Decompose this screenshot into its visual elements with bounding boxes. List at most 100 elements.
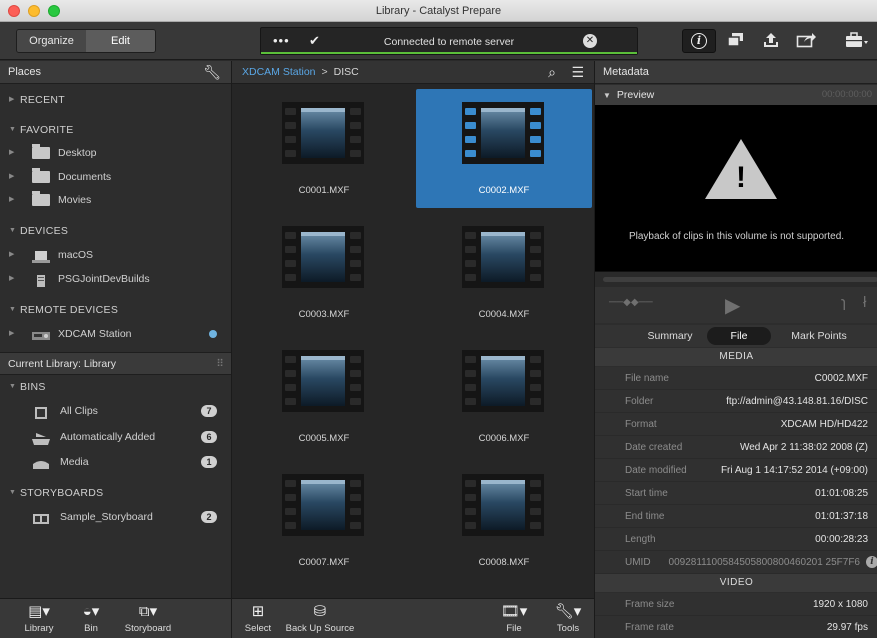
play-icon[interactable]: ▶ — [725, 293, 740, 318]
storyboard-menu-button[interactable]: ⧉▾ Storyboard — [118, 601, 178, 634]
count-badge: 6 — [201, 431, 217, 443]
bin-icon — [32, 456, 50, 469]
library-title: Current Library: Library — [8, 358, 116, 370]
sidebar-item-psgjointdevbuilds[interactable]: ▶ PSGJointDevBuilds — [0, 268, 231, 290]
select-button[interactable]: ⊞ Select — [242, 601, 274, 634]
film-perforation — [350, 150, 361, 157]
thumbnail-highlight — [301, 356, 345, 360]
clip-name: C0004.MXF — [478, 309, 530, 320]
thumbnail-frame — [301, 356, 345, 406]
backup-button-label: Back Up Source — [285, 623, 355, 634]
back-up-source-button[interactable]: ⛁ Back Up Source — [284, 601, 356, 634]
disclosure-down-icon: ▼ — [603, 91, 611, 100]
library-menu-button[interactable]: ▤▾ Library — [14, 601, 64, 634]
app-window: Library - Catalyst Prepare Organize Edit… — [0, 0, 877, 638]
jog-shuttle-icon[interactable]: ──◆◆── — [609, 297, 653, 308]
film-perforation — [285, 136, 296, 143]
sidebar-item-label: XDCAM Station — [58, 328, 132, 340]
film-perforation — [350, 246, 361, 253]
scrub-bar[interactable] — [595, 271, 877, 287]
library-button-label: Library — [24, 623, 54, 634]
film-perforation — [465, 370, 476, 377]
sidebar-item-label: Sample_Storyboard — [60, 511, 153, 523]
briefcase-icon[interactable] — [845, 32, 868, 50]
mark-out-icon[interactable]: ł — [863, 294, 866, 311]
close-window-button[interactable] — [8, 5, 20, 17]
sidebar-item-storyboards[interactable]: ▼ STORYBOARDS — [0, 482, 231, 504]
sidebar-item-documents[interactable]: ▶ Documents — [0, 166, 231, 188]
storyboard-icon — [32, 511, 50, 524]
bin-menu-button[interactable]: ◒▾ Bin — [66, 601, 116, 634]
film-perforation — [530, 398, 541, 405]
clip-tile[interactable]: C0004.MXF — [416, 213, 592, 332]
zoom-window-button[interactable] — [48, 5, 60, 17]
list-view-icon[interactable]: ☰ — [571, 61, 584, 84]
film-perforation — [350, 260, 361, 267]
film-perforation — [350, 108, 361, 115]
sidebar-item-bins[interactable]: ▼ BINS — [0, 376, 231, 398]
share-icon[interactable] — [795, 32, 817, 50]
wrench-icon: 🔧︎▾ — [554, 603, 582, 620]
file-button-label: File — [506, 623, 522, 634]
clip-tile[interactable]: C0003.MXF — [236, 213, 412, 332]
metadata-value: Wed Apr 2 11:38:02 2008 (Z) — [739, 442, 868, 453]
sidebar-item-devices[interactable]: ▼ DEVICES — [0, 220, 231, 242]
edit-mode-button[interactable]: Edit — [86, 30, 155, 52]
upload-icon[interactable] — [760, 32, 782, 50]
metadata-row: File name C0002.MXF — [595, 367, 877, 390]
dismiss-status-icon[interactable]: ✕ — [583, 34, 597, 48]
film-perforation — [530, 122, 541, 129]
clip-tile[interactable]: C0001.MXF — [236, 89, 412, 208]
sidebar-item-macos[interactable]: ▶ macOS — [0, 244, 231, 266]
film-perforation — [285, 370, 296, 377]
info-button[interactable]: i — [682, 29, 716, 53]
film-perforation — [530, 508, 541, 515]
sidebar-item-remote-devices[interactable]: ▼ REMOTE DEVICES — [0, 299, 231, 321]
tab-mark-points[interactable]: Mark Points — [783, 327, 855, 345]
info-icon[interactable]: i — [866, 556, 877, 568]
main-toolbar: Organize Edit ••• ✔ Connected to remote … — [0, 22, 877, 60]
film-perforation — [285, 260, 296, 267]
preview-header[interactable]: ▼ Preview 00:00:00:00 — [595, 85, 877, 105]
metadata-key: Date modified — [625, 465, 687, 476]
tab-file[interactable]: File — [707, 327, 771, 345]
grip-icon[interactable]: ⠿ — [216, 353, 224, 375]
copy-icon[interactable] — [725, 32, 747, 50]
clip-tile[interactable]: C0002.MXF — [416, 89, 592, 208]
search-icon[interactable]: ⌕ — [548, 61, 556, 84]
wrench-icon[interactable]: 🔧︎ — [203, 61, 221, 84]
metadata-header: Metadata — [595, 61, 877, 84]
bin-all-clips[interactable]: All Clips 7 — [0, 400, 231, 422]
sidebar-item-recent[interactable]: ▶ RECENT — [0, 89, 231, 111]
file-menu-button[interactable]: 🎞︎▾ File — [492, 601, 536, 634]
mark-in-icon[interactable]: ɿ — [841, 294, 846, 311]
tools-menu-button[interactable]: 🔧︎▾ Tools — [546, 601, 590, 634]
clip-tile[interactable]: C0006.MXF — [416, 337, 592, 456]
clip-tile[interactable]: C0005.MXF — [236, 337, 412, 456]
video-section-header: VIDEO — [595, 574, 877, 592]
thumbnail-highlight — [301, 232, 345, 236]
storyboard-sample[interactable]: Sample_Storyboard 2 — [0, 506, 231, 528]
organize-mode-button[interactable]: Organize — [17, 30, 86, 52]
library-bottom-bar: ▤▾ Library ◒▾ Bin ⧉▾ Storyboard — [0, 598, 231, 638]
sidebar-item-label: All Clips — [60, 405, 98, 417]
breadcrumb-xdcam-station[interactable]: XDCAM Station — [242, 66, 316, 78]
sidebar-item-xdcam-station[interactable]: ▶ XDCAM Station — [0, 323, 231, 345]
bin-automatically-added[interactable]: Automatically Added 6 — [0, 426, 231, 448]
clip-tile[interactable]: C0007.MXF — [236, 461, 412, 580]
clip-tile[interactable]: C0008.MXF — [416, 461, 592, 580]
minimize-window-button[interactable] — [28, 5, 40, 17]
bin-button-label: Bin — [84, 623, 98, 634]
sidebar-item-movies[interactable]: ▶ Movies — [0, 189, 231, 211]
tab-summary[interactable]: Summary — [637, 327, 703, 345]
film-perforation — [350, 494, 361, 501]
folder-icon — [32, 168, 50, 183]
metadata-value: Fri Aug 1 14:17:52 2014 (+09:00) — [720, 465, 868, 476]
sidebar-item-desktop[interactable]: ▶ Desktop — [0, 142, 231, 164]
film-perforation — [465, 122, 476, 129]
bin-media[interactable]: Media 1 — [0, 451, 231, 473]
devices-label: DEVICES — [20, 225, 69, 237]
metadata-key: Length — [625, 534, 656, 545]
video-preview: ! Playback of clips in this volume is no… — [595, 105, 877, 271]
sidebar-item-favorite[interactable]: ▼ FAVORITE — [0, 119, 231, 141]
